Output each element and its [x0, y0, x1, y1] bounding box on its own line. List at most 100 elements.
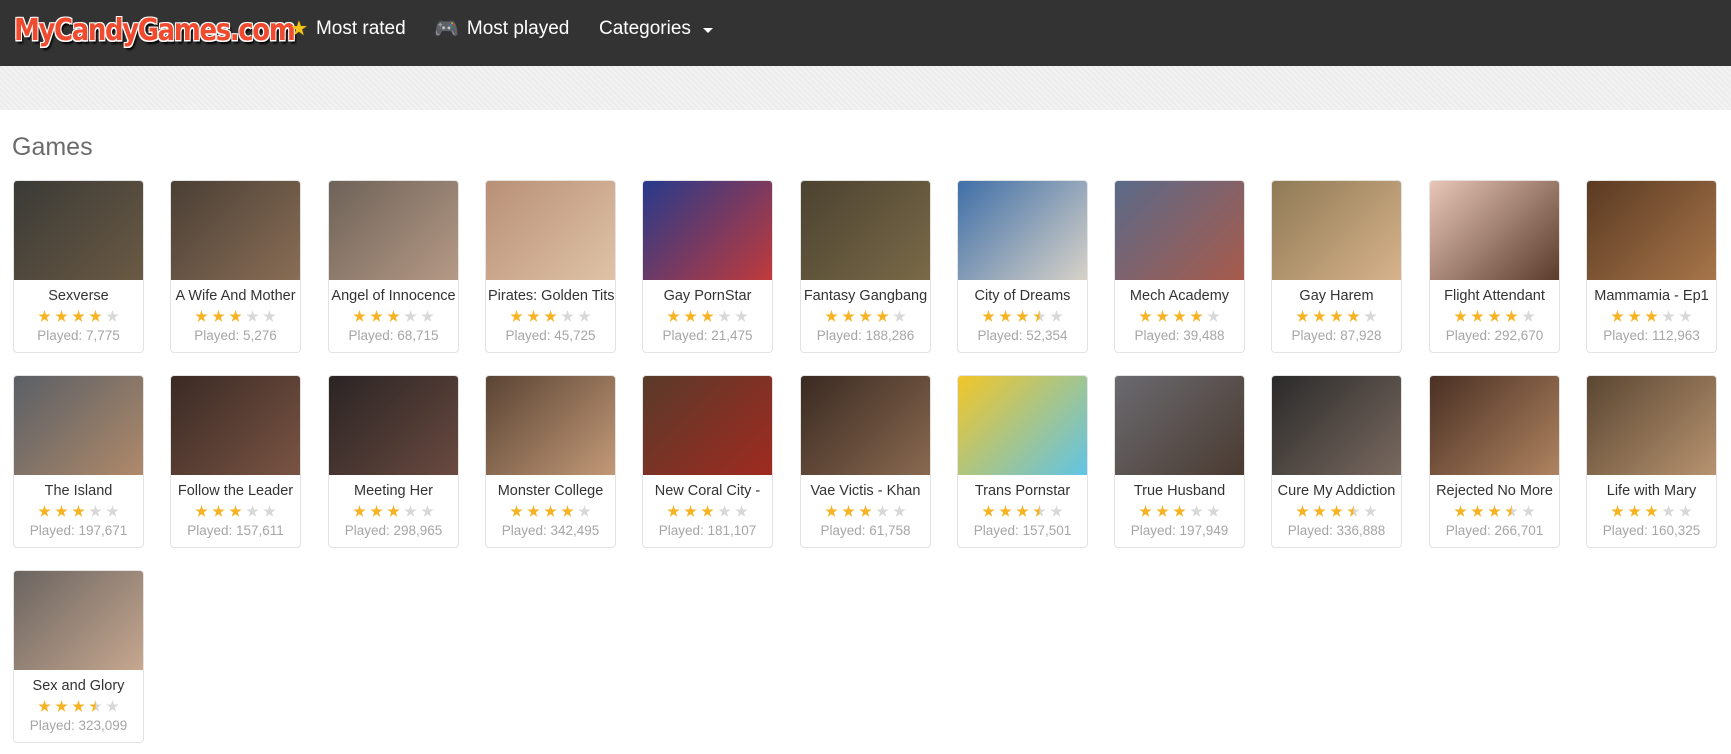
- game-title[interactable]: Follow the Leader: [171, 483, 300, 499]
- game-title[interactable]: Monster College: [486, 483, 615, 499]
- game-thumbnail[interactable]: [486, 181, 615, 280]
- game-title[interactable]: Vae Victis - Khan: [801, 483, 930, 499]
- game-thumbnail[interactable]: [1272, 376, 1401, 475]
- star-icon: [735, 505, 748, 517]
- game-card[interactable]: The Island Played: 197,671: [13, 375, 144, 548]
- game-thumbnail[interactable]: [958, 181, 1087, 280]
- game-thumbnail[interactable]: [1272, 181, 1401, 280]
- star-icon: [1050, 310, 1063, 322]
- game-card[interactable]: Sexverse Played: 7,775: [13, 180, 144, 353]
- game-card[interactable]: Angel of Innocence Played: 68,715: [328, 180, 459, 353]
- game-card[interactable]: A Wife And Mother Played: 5,276: [170, 180, 301, 353]
- game-card[interactable]: Monster College Played: 342,495: [485, 375, 616, 548]
- game-card[interactable]: Fantasy Gangbang Played: 188,286: [800, 180, 931, 353]
- star-icon: [718, 505, 731, 517]
- game-thumbnail[interactable]: [1430, 181, 1559, 280]
- game-card[interactable]: Life with Mary Played: 160,325: [1586, 375, 1717, 548]
- game-title[interactable]: Pirates: Golden Tits: [486, 288, 615, 304]
- game-card[interactable]: Meeting Her Played: 298,965: [328, 375, 459, 548]
- game-title[interactable]: New Coral City -: [643, 483, 772, 499]
- game-thumbnail[interactable]: [486, 376, 615, 475]
- game-thumbnail[interactable]: [643, 376, 772, 475]
- game-thumbnail[interactable]: [1587, 181, 1716, 280]
- game-card[interactable]: New Coral City - Played: 181,107: [642, 375, 773, 548]
- game-title[interactable]: Sexverse: [14, 288, 143, 304]
- site-logo[interactable]: MyCandyGames.com: [14, 13, 296, 48]
- game-card[interactable]: Follow the Leader Played: 157,611: [170, 375, 301, 548]
- game-thumbnail[interactable]: [801, 376, 930, 475]
- game-card[interactable]: True Husband Played: 197,949: [1114, 375, 1245, 548]
- rating-stars: [958, 310, 1087, 324]
- game-card[interactable]: Gay PornStar Played: 21,475: [642, 180, 773, 353]
- star-icon: [1190, 505, 1203, 517]
- game-title[interactable]: Mech Academy: [1115, 288, 1244, 304]
- star-icon: [1190, 310, 1203, 322]
- game-card[interactable]: Gay Harem Played: 87,928: [1271, 180, 1402, 353]
- played-count: Played: 52,354: [977, 328, 1068, 343]
- rating-stars: [958, 505, 1087, 519]
- nav-most-played[interactable]: 🎮 Most played: [434, 18, 569, 40]
- game-title[interactable]: Rejected No More: [1430, 483, 1559, 499]
- game-thumbnail[interactable]: [329, 376, 458, 475]
- game-title[interactable]: Meeting Her: [329, 483, 458, 499]
- nav-most-rated[interactable]: ★ Most rated: [290, 18, 406, 40]
- game-title[interactable]: Sex and Glory: [14, 678, 143, 694]
- star-icon: [1156, 505, 1169, 517]
- game-thumbnail[interactable]: [1587, 376, 1716, 475]
- star-icon: [1033, 310, 1046, 322]
- star-icon: [1645, 505, 1658, 517]
- game-thumbnail[interactable]: [14, 571, 143, 670]
- played-count: Played: 160,325: [1602, 523, 1701, 538]
- star-icon: [1347, 505, 1360, 517]
- game-card[interactable]: Rejected No More Played: 266,701: [1429, 375, 1560, 548]
- game-thumbnail[interactable]: [329, 181, 458, 280]
- game-title[interactable]: Trans Pornstar: [958, 483, 1087, 499]
- game-card[interactable]: Mech Academy Played: 39,488: [1114, 180, 1245, 353]
- game-thumbnail[interactable]: [171, 181, 300, 280]
- star-icon: [1207, 310, 1220, 322]
- game-title[interactable]: Angel of Innocence: [329, 288, 458, 304]
- game-thumbnail[interactable]: [14, 376, 143, 475]
- game-title[interactable]: Mammamia - Ep1: [1587, 288, 1716, 304]
- star-icon: [246, 310, 259, 322]
- game-thumbnail[interactable]: [643, 181, 772, 280]
- game-title[interactable]: A Wife And Mother: [171, 288, 300, 304]
- game-thumbnail[interactable]: [801, 181, 930, 280]
- star-icon: [1139, 310, 1152, 322]
- game-card[interactable]: City of Dreams Played: 52,354: [957, 180, 1088, 353]
- game-card[interactable]: Cure My Addiction Played: 336,888: [1271, 375, 1402, 548]
- game-card[interactable]: Trans Pornstar Played: 157,501: [957, 375, 1088, 548]
- gamepad-icon: 🎮: [434, 18, 459, 40]
- rating-stars: [14, 310, 143, 324]
- game-thumbnail[interactable]: [171, 376, 300, 475]
- game-title[interactable]: Cure My Addiction: [1272, 483, 1401, 499]
- game-thumbnail[interactable]: [1115, 181, 1244, 280]
- game-thumbnail[interactable]: [958, 376, 1087, 475]
- game-card[interactable]: Vae Victis - Khan Played: 61,758: [800, 375, 931, 548]
- game-title[interactable]: Gay Harem: [1272, 288, 1401, 304]
- star-icon: [72, 700, 85, 712]
- game-title[interactable]: Life with Mary: [1587, 483, 1716, 499]
- game-title[interactable]: The Island: [14, 483, 143, 499]
- game-title[interactable]: True Husband: [1115, 483, 1244, 499]
- game-title[interactable]: Flight Attendant: [1430, 288, 1559, 304]
- star-icon: [1679, 310, 1692, 322]
- star-icon: [212, 310, 225, 322]
- game-thumbnail[interactable]: [14, 181, 143, 280]
- game-title[interactable]: Gay PornStar: [643, 288, 772, 304]
- rating-stars: [1272, 310, 1401, 324]
- played-count: Played: 39,488: [1134, 328, 1225, 343]
- nav-categories-dropdown[interactable]: Categories: [599, 18, 713, 40]
- game-thumbnail[interactable]: [1115, 376, 1244, 475]
- star-icon: [72, 310, 85, 322]
- game-card[interactable]: Pirates: Golden Tits Played: 45,725: [485, 180, 616, 353]
- star-icon: [1364, 310, 1377, 322]
- game-card[interactable]: Mammamia - Ep1 Played: 112,963: [1586, 180, 1717, 353]
- star-icon: [1016, 505, 1029, 517]
- game-card[interactable]: Flight Attendant Played: 292,670: [1429, 180, 1560, 353]
- game-thumbnail[interactable]: [1430, 376, 1559, 475]
- game-title[interactable]: City of Dreams: [958, 288, 1087, 304]
- game-card[interactable]: Sex and Glory Played: 323,099: [13, 570, 144, 743]
- rating-stars: [643, 505, 772, 519]
- game-title[interactable]: Fantasy Gangbang: [801, 288, 930, 304]
